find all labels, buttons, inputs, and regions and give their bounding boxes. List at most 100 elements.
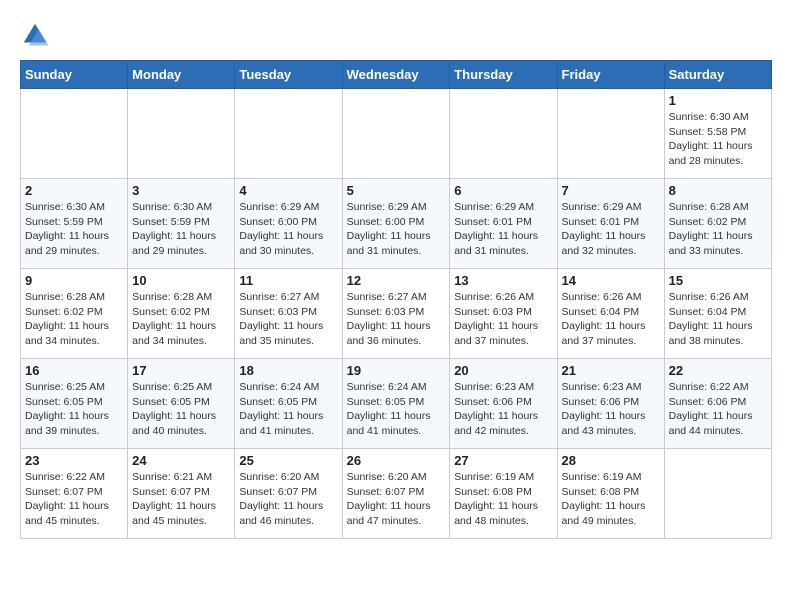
- day-info: Sunrise: 6:20 AM Sunset: 6:07 PM Dayligh…: [239, 470, 337, 529]
- day-cell: 1 Sunrise: 6:30 AM Sunset: 5:58 PM Daylig…: [664, 89, 771, 179]
- day-cell: 18 Sunrise: 6:24 AM Sunset: 6:05 PM Dayli…: [235, 359, 342, 449]
- day-cell: 23 Sunrise: 6:22 AM Sunset: 6:07 PM Dayli…: [21, 449, 128, 539]
- day-cell: 16 Sunrise: 6:25 AM Sunset: 6:05 PM Dayli…: [21, 359, 128, 449]
- weekday-monday: Monday: [128, 61, 235, 89]
- day-number: 13: [454, 273, 552, 288]
- day-number: 9: [25, 273, 123, 288]
- day-info: Sunrise: 6:25 AM Sunset: 6:05 PM Dayligh…: [132, 380, 230, 439]
- day-info: Sunrise: 6:29 AM Sunset: 6:01 PM Dayligh…: [562, 200, 660, 259]
- day-info: Sunrise: 6:24 AM Sunset: 6:05 PM Dayligh…: [347, 380, 446, 439]
- day-info: Sunrise: 6:22 AM Sunset: 6:06 PM Dayligh…: [669, 380, 767, 439]
- day-info: Sunrise: 6:29 AM Sunset: 6:00 PM Dayligh…: [239, 200, 337, 259]
- day-info: Sunrise: 6:28 AM Sunset: 6:02 PM Dayligh…: [669, 200, 767, 259]
- weekday-wednesday: Wednesday: [342, 61, 450, 89]
- day-info: Sunrise: 6:29 AM Sunset: 6:00 PM Dayligh…: [347, 200, 446, 259]
- weekday-tuesday: Tuesday: [235, 61, 342, 89]
- day-cell: 22 Sunrise: 6:22 AM Sunset: 6:06 PM Dayli…: [664, 359, 771, 449]
- day-number: 1: [669, 93, 767, 108]
- day-cell: 17 Sunrise: 6:25 AM Sunset: 6:05 PM Dayli…: [128, 359, 235, 449]
- logo: [20, 20, 52, 50]
- day-number: 23: [25, 453, 123, 468]
- weekday-thursday: Thursday: [450, 61, 557, 89]
- day-info: Sunrise: 6:28 AM Sunset: 6:02 PM Dayligh…: [25, 290, 123, 349]
- day-number: 17: [132, 363, 230, 378]
- day-number: 16: [25, 363, 123, 378]
- week-row-5: 23 Sunrise: 6:22 AM Sunset: 6:07 PM Dayli…: [21, 449, 772, 539]
- day-cell: 26 Sunrise: 6:20 AM Sunset: 6:07 PM Dayli…: [342, 449, 450, 539]
- calendar-body: 1 Sunrise: 6:30 AM Sunset: 5:58 PM Daylig…: [21, 89, 772, 539]
- week-row-3: 9 Sunrise: 6:28 AM Sunset: 6:02 PM Daylig…: [21, 269, 772, 359]
- day-info: Sunrise: 6:28 AM Sunset: 6:02 PM Dayligh…: [132, 290, 230, 349]
- day-info: Sunrise: 6:30 AM Sunset: 5:59 PM Dayligh…: [132, 200, 230, 259]
- day-number: 24: [132, 453, 230, 468]
- day-cell: 20Sunrise: 6:23 AM Sunset: 6:06 PM Dayli…: [450, 359, 557, 449]
- day-cell: 27 Sunrise: 6:19 AM Sunset: 6:08 PM Dayli…: [450, 449, 557, 539]
- day-info: Sunrise: 6:22 AM Sunset: 6:07 PM Dayligh…: [25, 470, 123, 529]
- day-cell: 9 Sunrise: 6:28 AM Sunset: 6:02 PM Daylig…: [21, 269, 128, 359]
- day-cell: 4 Sunrise: 6:29 AM Sunset: 6:00 PM Daylig…: [235, 179, 342, 269]
- day-number: 14: [562, 273, 660, 288]
- day-number: 4: [239, 183, 337, 198]
- day-number: 6: [454, 183, 552, 198]
- day-number: 27: [454, 453, 552, 468]
- day-cell: [450, 89, 557, 179]
- day-cell: 11 Sunrise: 6:27 AM Sunset: 6:03 PM Dayli…: [235, 269, 342, 359]
- day-cell: [557, 89, 664, 179]
- day-number: 5: [347, 183, 446, 198]
- day-info: Sunrise: 6:19 AM Sunset: 6:08 PM Dayligh…: [454, 470, 552, 529]
- day-info: Sunrise: 6:26 AM Sunset: 6:04 PM Dayligh…: [669, 290, 767, 349]
- day-number: 25: [239, 453, 337, 468]
- day-cell: [664, 449, 771, 539]
- day-number: 2: [25, 183, 123, 198]
- day-cell: 28 Sunrise: 6:19 AM Sunset: 6:08 PM Dayli…: [557, 449, 664, 539]
- page-header: [20, 20, 772, 50]
- day-cell: [342, 89, 450, 179]
- day-info: Sunrise: 6:24 AM Sunset: 6:05 PM Dayligh…: [239, 380, 337, 439]
- day-number: 15: [669, 273, 767, 288]
- day-number: 8: [669, 183, 767, 198]
- weekday-saturday: Saturday: [664, 61, 771, 89]
- calendar-table: SundayMondayTuesdayWednesdayThursdayFrid…: [20, 60, 772, 539]
- day-cell: 14 Sunrise: 6:26 AM Sunset: 6:04 PM Dayli…: [557, 269, 664, 359]
- day-cell: 12Sunrise: 6:27 AM Sunset: 6:03 PM Dayli…: [342, 269, 450, 359]
- day-cell: 10 Sunrise: 6:28 AM Sunset: 6:02 PM Dayli…: [128, 269, 235, 359]
- day-info: Sunrise: 6:30 AM Sunset: 5:59 PM Dayligh…: [25, 200, 123, 259]
- day-info: Sunrise: 6:26 AM Sunset: 6:04 PM Dayligh…: [562, 290, 660, 349]
- day-cell: 7 Sunrise: 6:29 AM Sunset: 6:01 PM Daylig…: [557, 179, 664, 269]
- day-cell: [235, 89, 342, 179]
- day-info: Sunrise: 6:21 AM Sunset: 6:07 PM Dayligh…: [132, 470, 230, 529]
- day-number: 19: [347, 363, 446, 378]
- day-cell: 5 Sunrise: 6:29 AM Sunset: 6:00 PM Daylig…: [342, 179, 450, 269]
- day-number: 3: [132, 183, 230, 198]
- day-number: 11: [239, 273, 337, 288]
- day-cell: 2 Sunrise: 6:30 AM Sunset: 5:59 PM Daylig…: [21, 179, 128, 269]
- day-number: 20: [454, 363, 552, 378]
- day-cell: [128, 89, 235, 179]
- logo-icon: [20, 20, 50, 50]
- day-info: Sunrise: 6:27 AM Sunset: 6:03 PM Dayligh…: [239, 290, 337, 349]
- day-info: Sunrise: 6:19 AM Sunset: 6:08 PM Dayligh…: [562, 470, 660, 529]
- day-number: 7: [562, 183, 660, 198]
- day-cell: 6 Sunrise: 6:29 AM Sunset: 6:01 PM Daylig…: [450, 179, 557, 269]
- day-cell: 24 Sunrise: 6:21 AM Sunset: 6:07 PM Dayli…: [128, 449, 235, 539]
- weekday-header-row: SundayMondayTuesdayWednesdayThursdayFrid…: [21, 61, 772, 89]
- weekday-friday: Friday: [557, 61, 664, 89]
- day-cell: 8 Sunrise: 6:28 AM Sunset: 6:02 PM Daylig…: [664, 179, 771, 269]
- day-cell: 19 Sunrise: 6:24 AM Sunset: 6:05 PM Dayli…: [342, 359, 450, 449]
- day-number: 21: [562, 363, 660, 378]
- weekday-sunday: Sunday: [21, 61, 128, 89]
- day-info: Sunrise: 6:20 AM Sunset: 6:07 PM Dayligh…: [347, 470, 446, 529]
- day-info: Sunrise: 6:25 AM Sunset: 6:05 PM Dayligh…: [25, 380, 123, 439]
- day-number: 10: [132, 273, 230, 288]
- day-info: Sunrise: 6:30 AM Sunset: 5:58 PM Dayligh…: [669, 110, 767, 169]
- week-row-1: 1 Sunrise: 6:30 AM Sunset: 5:58 PM Daylig…: [21, 89, 772, 179]
- day-info: Sunrise: 6:29 AM Sunset: 6:01 PM Dayligh…: [454, 200, 552, 259]
- day-number: 26: [347, 453, 446, 468]
- day-number: 18: [239, 363, 337, 378]
- day-number: 22: [669, 363, 767, 378]
- day-number: 28: [562, 453, 660, 468]
- day-info: Sunrise: 6:23 AM Sunset: 6:06 PM Dayligh…: [562, 380, 660, 439]
- day-number: 12: [347, 273, 446, 288]
- week-row-4: 16 Sunrise: 6:25 AM Sunset: 6:05 PM Dayli…: [21, 359, 772, 449]
- day-cell: 25 Sunrise: 6:20 AM Sunset: 6:07 PM Dayli…: [235, 449, 342, 539]
